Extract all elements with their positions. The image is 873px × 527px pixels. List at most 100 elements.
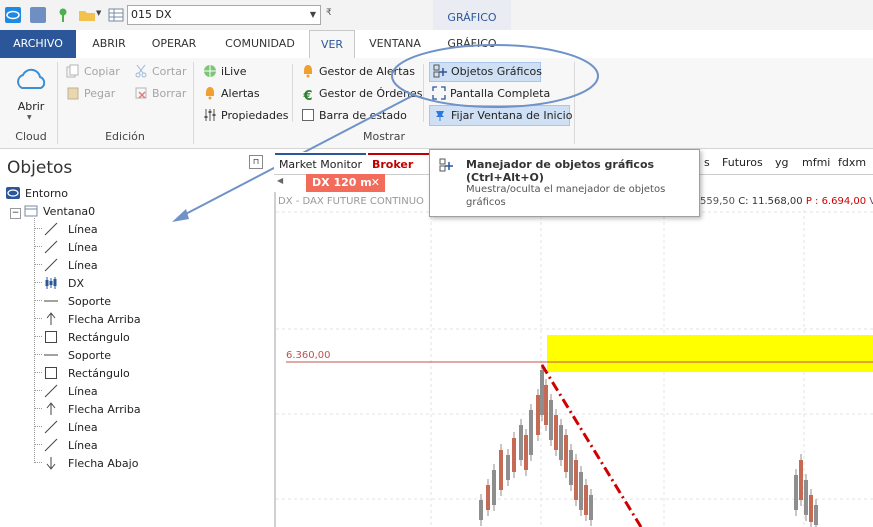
level-label: 6.360,00 bbox=[286, 350, 331, 361]
tree-root-label: Entorno bbox=[25, 187, 68, 200]
tree-connector-dot bbox=[34, 300, 42, 301]
tree-connector-dot bbox=[34, 264, 42, 265]
tooltip-objects-icon bbox=[439, 158, 453, 175]
candle-body bbox=[564, 435, 568, 472]
candle-body bbox=[804, 480, 808, 515]
chart-header-values: 559,50 C: 11.568,00 P : 6.694,00 V bbox=[700, 193, 873, 210]
instrument-name: DX - DAX FUTURE CONTINUO bbox=[278, 196, 424, 207]
environment-icon bbox=[6, 186, 20, 200]
tree-connector-dot bbox=[34, 282, 42, 283]
line-icon bbox=[44, 222, 58, 236]
tree-connector-dot bbox=[34, 390, 42, 391]
tree-item[interactable]: Línea bbox=[34, 221, 98, 239]
tree-connector-dot bbox=[34, 246, 42, 247]
tab-mfmi[interactable]: mfmi bbox=[802, 153, 830, 173]
tree-connector-dot bbox=[34, 372, 42, 373]
tree-item[interactable]: DX bbox=[34, 275, 84, 293]
v-value: V bbox=[869, 196, 873, 207]
candle-body bbox=[794, 475, 798, 510]
tooltip-body: Muestra/oculta el manejador de objetos g… bbox=[466, 184, 666, 208]
p-value: P : 6.694,00 bbox=[805, 196, 867, 207]
candle-body bbox=[559, 425, 563, 460]
tree-item-label: Flecha Arriba bbox=[68, 313, 141, 326]
tree-item[interactable]: Soporte bbox=[34, 293, 111, 311]
tree-item-label: Rectángulo bbox=[68, 367, 130, 380]
annotation-ellipse bbox=[391, 44, 599, 108]
tree-connector-dot bbox=[34, 462, 42, 463]
tree-item[interactable]: Línea bbox=[34, 383, 98, 401]
value-field: 559,50 bbox=[700, 196, 735, 207]
line-icon bbox=[44, 438, 58, 452]
line-icon bbox=[44, 240, 58, 254]
tree-item-label: DX bbox=[68, 277, 85, 290]
tree-item[interactable]: Rectángulo bbox=[34, 329, 130, 347]
tree-item[interactable]: Línea bbox=[34, 437, 98, 455]
line-icon bbox=[44, 420, 58, 434]
tree-root[interactable]: Entorno bbox=[6, 185, 68, 203]
candle-body bbox=[554, 415, 558, 450]
line-icon bbox=[44, 384, 58, 398]
tab-futuros[interactable]: Futuros bbox=[722, 153, 763, 173]
tree-item[interactable]: Línea bbox=[34, 419, 98, 437]
panel-pin-icon[interactable]: ⊓ bbox=[249, 155, 263, 169]
tree-connector-dot bbox=[34, 426, 42, 427]
arrow-down-icon bbox=[44, 456, 58, 470]
tree-item[interactable]: Línea bbox=[34, 239, 98, 257]
price-chart[interactable] bbox=[276, 210, 873, 527]
rectangle-icon bbox=[44, 330, 58, 344]
chart-tab-scroll-left-icon[interactable]: ◀ bbox=[277, 176, 283, 185]
tab-yg[interactable]: yg bbox=[775, 153, 789, 173]
arrow-up-icon bbox=[44, 402, 58, 416]
tree-item-label: Línea bbox=[68, 385, 98, 398]
tooltip-popup: Manejador de objetos gráficos (Ctrl+Alt+… bbox=[429, 149, 700, 217]
rectangle-icon bbox=[44, 366, 58, 380]
candle-body bbox=[512, 438, 516, 472]
tree-item-label: Soporte bbox=[68, 349, 112, 362]
candle-body bbox=[799, 460, 803, 500]
arrow-up-icon bbox=[44, 312, 58, 326]
tab-s[interactable]: s bbox=[704, 153, 710, 173]
tree-item[interactable]: Rectángulo bbox=[34, 365, 130, 383]
tab-broker[interactable]: Broker Dem bbox=[368, 153, 436, 175]
candle-body bbox=[584, 485, 588, 515]
candle-body bbox=[519, 425, 523, 460]
candle-body bbox=[579, 472, 583, 510]
tree-window-label: Ventana0 bbox=[43, 205, 96, 218]
close-value: C: 11.568,00 bbox=[738, 196, 803, 207]
hline-icon bbox=[44, 348, 58, 362]
tab-market-monitor[interactable]: Market Monitor bbox=[275, 153, 366, 175]
tree-item[interactable]: Flecha Arriba bbox=[34, 401, 141, 419]
candle-body bbox=[574, 460, 578, 500]
tree-connector-dot bbox=[34, 336, 42, 337]
tree-item-label: Línea bbox=[68, 223, 98, 236]
tree-item-label: Flecha Abajo bbox=[68, 457, 139, 470]
candle-body bbox=[589, 495, 593, 520]
collapse-toggle-icon[interactable]: − bbox=[10, 208, 21, 219]
line-icon bbox=[44, 258, 58, 272]
tree-item-label: Soporte bbox=[68, 295, 112, 308]
candle-body bbox=[536, 395, 540, 435]
candle-body bbox=[506, 455, 510, 480]
chart-window-tab[interactable]: DX 120 m ✕ bbox=[306, 174, 385, 192]
objects-panel-title: Objetos bbox=[7, 158, 73, 178]
candle-body bbox=[544, 385, 548, 425]
tree-connector-dot bbox=[34, 318, 42, 319]
tree-connector-dot bbox=[34, 408, 42, 409]
tree-item[interactable]: Flecha Arriba bbox=[34, 311, 141, 329]
tree-item[interactable]: Línea bbox=[34, 257, 98, 275]
tree-item-label: Línea bbox=[68, 259, 98, 272]
tree-item-label: Línea bbox=[68, 241, 98, 254]
tree-connector-dot bbox=[34, 444, 42, 445]
tab-fdxm[interactable]: fdxm bbox=[838, 153, 866, 173]
candle-body bbox=[529, 410, 533, 455]
tree-item[interactable]: Flecha Abajo bbox=[34, 455, 138, 473]
tree-window-node[interactable]: − Ventana0 bbox=[10, 203, 95, 221]
close-icon[interactable]: ✕ bbox=[371, 174, 380, 192]
tree-item-label: Rectángulo bbox=[68, 331, 130, 344]
tree-item[interactable]: Soporte bbox=[34, 347, 111, 365]
candle-body bbox=[814, 505, 818, 525]
window-icon bbox=[24, 204, 38, 218]
candle-body bbox=[499, 450, 503, 490]
tree-connector-dot bbox=[34, 228, 42, 229]
candles-icon bbox=[44, 276, 58, 290]
